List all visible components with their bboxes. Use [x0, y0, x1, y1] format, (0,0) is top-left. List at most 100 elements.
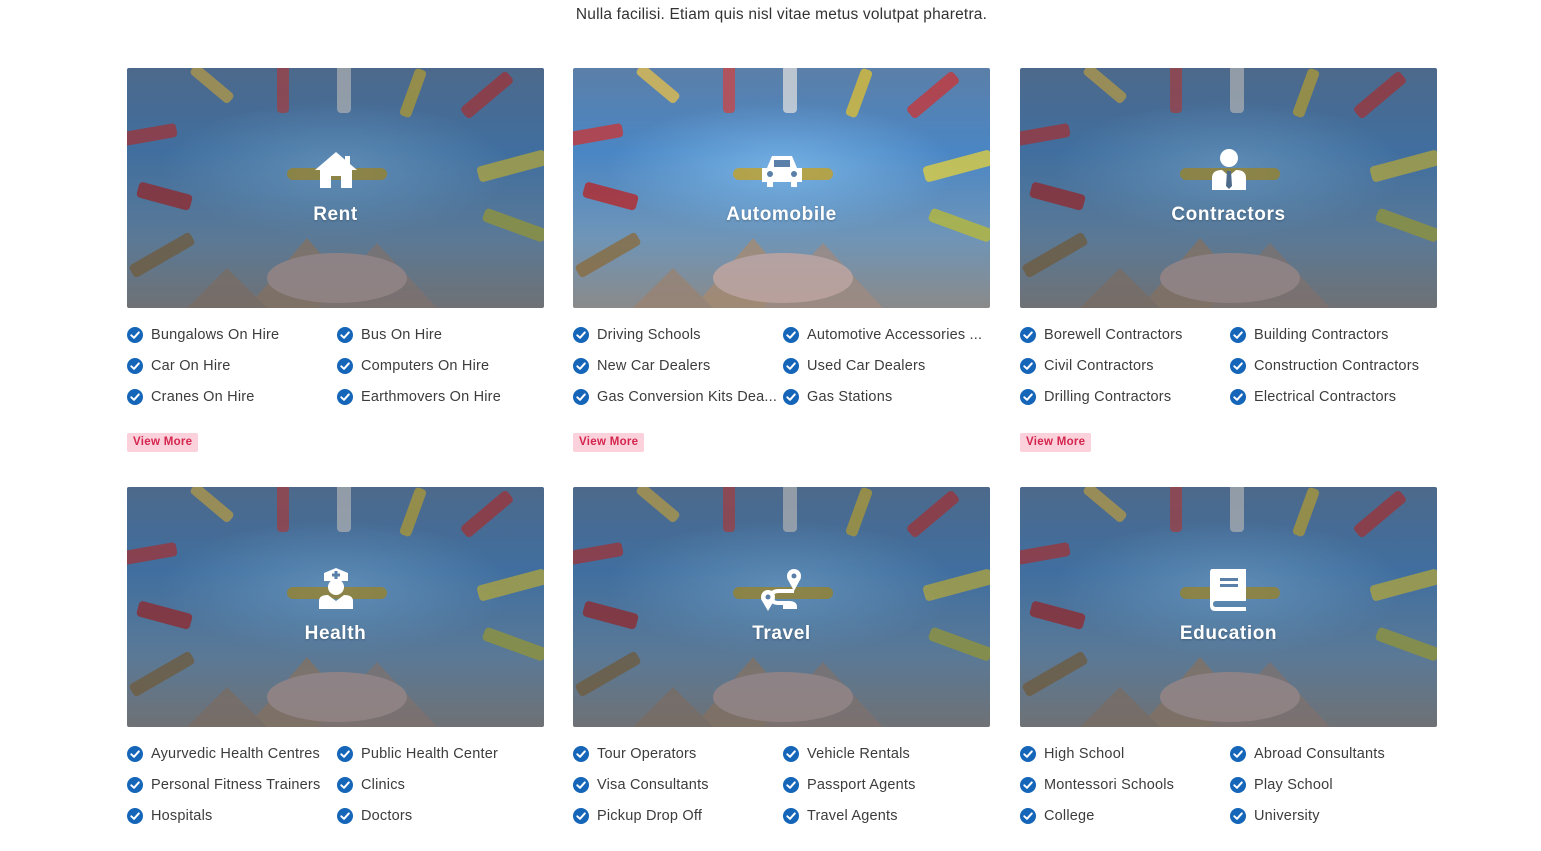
- category-item-link[interactable]: Earthmovers On Hire: [337, 388, 544, 406]
- category-card-health: Health Ayurvedic Health Centres Public He…: [127, 487, 544, 825]
- category-item-link[interactable]: Bungalows On Hire: [127, 326, 337, 344]
- check-circle-icon: [783, 808, 799, 824]
- check-circle-icon: [337, 327, 353, 343]
- category-item-link[interactable]: Automotive Accessories ...: [783, 326, 990, 344]
- check-circle-icon: [573, 746, 589, 762]
- check-circle-icon: [127, 777, 143, 793]
- category-item-label: College: [1044, 808, 1095, 824]
- check-circle-icon: [127, 389, 143, 405]
- check-circle-icon: [1230, 808, 1246, 824]
- check-circle-icon: [1230, 746, 1246, 762]
- category-item-link[interactable]: Electrical Contractors: [1230, 388, 1437, 406]
- category-items-list: High School Abroad Consultants Montessori …: [1020, 745, 1437, 825]
- category-item-link[interactable]: Driving Schools: [573, 326, 783, 344]
- category-item-label: Civil Contractors: [1044, 358, 1154, 374]
- category-item-link[interactable]: Tour Operators: [573, 745, 783, 763]
- category-item-link[interactable]: Gas Conversion Kits Dea...: [573, 388, 783, 406]
- category-banner[interactable]: Health: [127, 487, 544, 727]
- category-item-link[interactable]: Play School: [1230, 776, 1437, 794]
- category-title: Contractors: [1171, 204, 1286, 225]
- category-item-label: Pickup Drop Off: [597, 808, 703, 824]
- category-item-label: Travel Agents: [807, 808, 898, 824]
- category-item-link[interactable]: Civil Contractors: [1020, 357, 1230, 375]
- category-item-link[interactable]: College: [1020, 807, 1230, 825]
- category-item-link[interactable]: Visa Consultants: [573, 776, 783, 794]
- check-circle-icon: [573, 327, 589, 343]
- view-more-button[interactable]: View More: [127, 433, 199, 452]
- category-item-label: Doctors: [361, 808, 413, 824]
- category-item-link[interactable]: Clinics: [337, 776, 544, 794]
- category-item-link[interactable]: Hospitals: [127, 807, 337, 825]
- category-item-label: Used Car Dealers: [807, 358, 926, 374]
- category-item-link[interactable]: Doctors: [337, 807, 544, 825]
- category-item-link[interactable]: Cranes On Hire: [127, 388, 337, 406]
- category-item-link[interactable]: Building Contractors: [1230, 326, 1437, 344]
- category-card-automobile: Automobile Driving Schools Automotive Acc…: [573, 68, 990, 452]
- category-item-link[interactable]: Borewell Contractors: [1020, 326, 1230, 344]
- category-title: Education: [1179, 623, 1278, 644]
- category-item-link[interactable]: Passport Agents: [783, 776, 990, 794]
- category-item-label: Bungalows On Hire: [151, 327, 280, 343]
- category-items-list: Ayurvedic Health Centres Public Health Ce…: [127, 745, 544, 825]
- category-item-link[interactable]: Drilling Contractors: [1020, 388, 1230, 406]
- check-circle-icon: [337, 808, 353, 824]
- check-circle-icon: [337, 777, 353, 793]
- category-item-label: Construction Contractors: [1254, 358, 1420, 374]
- category-item-link[interactable]: Gas Stations: [783, 388, 990, 406]
- category-card-contractors: Contractors Borewell Contractors Building…: [1020, 68, 1437, 452]
- category-title: Health: [304, 623, 367, 644]
- category-item-link[interactable]: Pickup Drop Off: [573, 807, 783, 825]
- category-item-label: Gas Stations: [807, 389, 893, 405]
- check-circle-icon: [783, 327, 799, 343]
- category-title: Automobile: [726, 204, 837, 225]
- category-item-label: Automotive Accessories ...: [807, 327, 983, 343]
- category-banner[interactable]: Contractors: [1020, 68, 1437, 308]
- view-more-button[interactable]: View More: [573, 433, 645, 452]
- category-item-link[interactable]: Vehicle Rentals: [783, 745, 990, 763]
- category-item-link[interactable]: Travel Agents: [783, 807, 990, 825]
- category-item-link[interactable]: Used Car Dealers: [783, 357, 990, 375]
- route-icon: [760, 569, 801, 611]
- check-circle-icon: [783, 746, 799, 762]
- check-circle-icon: [1230, 327, 1246, 343]
- category-item-link[interactable]: Bus On Hire: [337, 326, 544, 344]
- category-item-link[interactable]: Computers On Hire: [337, 357, 544, 375]
- category-item-label: Passport Agents: [807, 777, 916, 793]
- check-circle-icon: [573, 777, 589, 793]
- check-circle-icon: [337, 389, 353, 405]
- check-circle-icon: [127, 327, 143, 343]
- check-circle-icon: [1020, 389, 1036, 405]
- category-card-education: Education High School Abroad Consultants M…: [1020, 487, 1437, 825]
- category-item-label: Tour Operators: [597, 746, 697, 762]
- category-banner[interactable]: Education: [1020, 487, 1437, 727]
- category-item-link[interactable]: Construction Contractors: [1230, 357, 1437, 375]
- category-item-link[interactable]: Ayurvedic Health Centres: [127, 745, 337, 763]
- category-item-label: University: [1254, 808, 1320, 824]
- category-item-link[interactable]: New Car Dealers: [573, 357, 783, 375]
- category-item-label: Bus On Hire: [361, 327, 443, 343]
- category-item-link[interactable]: Personal Fitness Trainers: [127, 776, 337, 794]
- nurse-icon: [318, 568, 353, 609]
- category-item-link[interactable]: Montessori Schools: [1020, 776, 1230, 794]
- check-circle-icon: [783, 358, 799, 374]
- category-banner[interactable]: Rent: [127, 68, 544, 308]
- category-card-travel: Travel Tour Operators Vehicle Rentals Visa…: [573, 487, 990, 825]
- view-more-button[interactable]: View More: [1020, 433, 1092, 452]
- check-circle-icon: [127, 358, 143, 374]
- category-item-label: New Car Dealers: [597, 358, 711, 374]
- category-item-link[interactable]: University: [1230, 807, 1437, 825]
- category-item-label: Gas Conversion Kits Dea...: [597, 389, 778, 405]
- category-item-label: Electrical Contractors: [1254, 389, 1397, 405]
- category-items-list: Driving Schools Automotive Accessories ..…: [573, 326, 990, 406]
- check-circle-icon: [1020, 808, 1036, 824]
- house-icon: [314, 152, 357, 188]
- category-item-link[interactable]: Public Health Center: [337, 745, 544, 763]
- category-banner[interactable]: Automobile: [573, 68, 990, 308]
- category-item-label: Play School: [1254, 777, 1333, 793]
- category-banner[interactable]: Travel: [573, 487, 990, 727]
- check-circle-icon: [1230, 389, 1246, 405]
- category-item-link[interactable]: High School: [1020, 745, 1230, 763]
- category-item-label: Vehicle Rentals: [807, 746, 910, 762]
- category-item-link[interactable]: Car On Hire: [127, 357, 337, 375]
- category-item-link[interactable]: Abroad Consultants: [1230, 745, 1437, 763]
